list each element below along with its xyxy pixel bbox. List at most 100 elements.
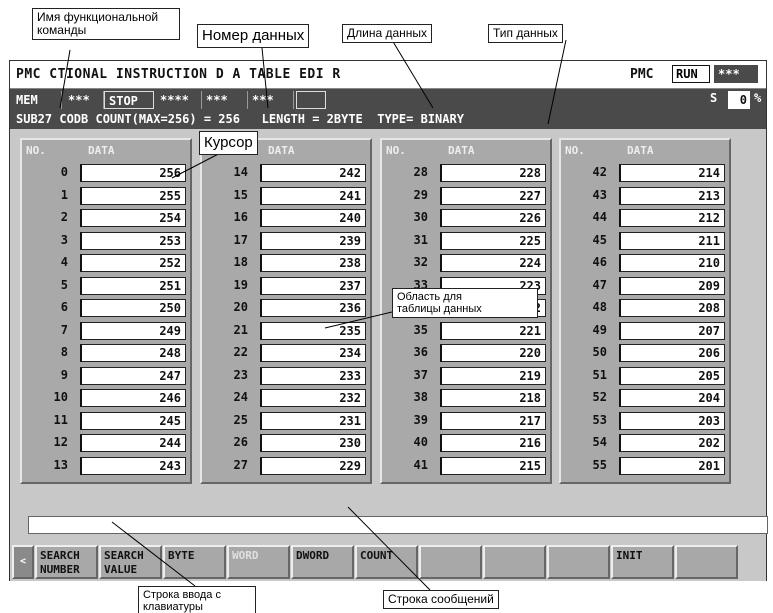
data-value-field[interactable]: 212 xyxy=(619,209,725,227)
data-index: 13 xyxy=(53,457,68,472)
table-row: 3 253 xyxy=(22,230,190,252)
data-value-field[interactable]: 225 xyxy=(440,231,546,250)
softkey-back-arrow[interactable]: < xyxy=(12,545,34,579)
softkey-button[interactable] xyxy=(547,545,610,579)
data-value-field[interactable]: 256 xyxy=(80,164,186,182)
table-row: 13 243 xyxy=(22,455,190,477)
table-row: 4 252 xyxy=(22,252,190,274)
table-row: 16 240 xyxy=(202,207,370,229)
data-value-field[interactable]: 237 xyxy=(260,276,366,295)
data-value-field[interactable]: 252 xyxy=(80,254,186,272)
data-value-field[interactable]: 209 xyxy=(619,276,725,295)
data-value-field[interactable]: 201 xyxy=(619,456,725,475)
data-value-field[interactable]: 218 xyxy=(440,389,546,407)
softkey-button[interactable] xyxy=(419,545,482,579)
callout-table-area: Область для таблицы данных xyxy=(392,288,538,318)
data-value-field[interactable]: 250 xyxy=(80,299,186,317)
data-value-field[interactable]: 214 xyxy=(619,164,725,182)
data-column-panel: NO. DATA 0 256 1 255 2 254 3 253 4 252 5 251 6 250 7 249 8… xyxy=(20,138,192,484)
data-value-field[interactable]: 227 xyxy=(440,186,546,205)
table-row: 1 255 xyxy=(22,185,190,207)
callout-data-type: Тип данных xyxy=(488,24,563,43)
data-value-field[interactable]: 245 xyxy=(80,411,186,430)
softkey-button[interactable]: DWORD xyxy=(291,545,354,579)
data-value-field[interactable]: 221 xyxy=(440,321,546,340)
status-cell: *** xyxy=(64,91,104,109)
data-value-field[interactable]: 224 xyxy=(440,254,546,272)
data-value-field[interactable]: 238 xyxy=(260,254,366,272)
data-value-field[interactable]: 219 xyxy=(440,366,546,385)
data-value-field[interactable]: 216 xyxy=(440,434,546,452)
table-row: 17 239 xyxy=(202,230,370,252)
data-value-field[interactable]: 210 xyxy=(619,254,725,272)
data-index: 15 xyxy=(233,187,248,202)
softkey-button[interactable]: WORD xyxy=(227,545,290,579)
table-row: 18 238 xyxy=(202,252,370,274)
data-index: 45 xyxy=(592,232,607,247)
data-value-field[interactable]: 232 xyxy=(260,389,366,407)
data-value-field[interactable]: 240 xyxy=(260,209,366,227)
data-value-field[interactable]: 244 xyxy=(80,434,186,452)
no-header: NO. xyxy=(26,144,46,157)
table-row: 38 218 xyxy=(382,387,550,409)
data-value-field[interactable]: 242 xyxy=(260,164,366,182)
data-value-field[interactable]: 207 xyxy=(619,321,725,340)
data-value-field[interactable]: 253 xyxy=(80,231,186,250)
softkey-button[interactable]: COUNT xyxy=(355,545,418,579)
no-header: NO. xyxy=(386,144,406,157)
data-value-field[interactable]: 213 xyxy=(619,186,725,205)
data-index: 10 xyxy=(53,390,68,404)
data-value-field[interactable]: 208 xyxy=(619,299,725,317)
data-value-field[interactable]: 226 xyxy=(440,209,546,227)
data-value-field[interactable]: 241 xyxy=(260,186,366,205)
data-value-field[interactable]: 204 xyxy=(619,389,725,407)
table-row: 52 204 xyxy=(561,387,729,409)
data-value-field[interactable]: 246 xyxy=(80,389,186,407)
data-value-field[interactable]: 202 xyxy=(619,434,725,452)
data-value-field[interactable]: 203 xyxy=(619,411,725,430)
table-row: 46 210 xyxy=(561,252,729,274)
data-value-field[interactable]: 233 xyxy=(260,366,366,385)
data-value-field[interactable]: 248 xyxy=(80,344,186,362)
data-value-field[interactable]: 243 xyxy=(80,456,186,475)
data-value-field[interactable]: 239 xyxy=(260,231,366,250)
data-value-field[interactable]: 230 xyxy=(260,434,366,452)
softkey-button[interactable] xyxy=(675,545,738,579)
data-value-field[interactable]: 251 xyxy=(80,276,186,295)
softkey-button[interactable]: SEARCH NUMBER xyxy=(35,545,98,579)
data-value-field[interactable]: 231 xyxy=(260,411,366,430)
data-index: 47 xyxy=(592,277,607,292)
status-cell: *** xyxy=(202,91,248,109)
data-value-field[interactable]: 229 xyxy=(260,456,366,475)
data-value-field[interactable]: 211 xyxy=(619,231,725,250)
data-value-field[interactable]: 249 xyxy=(80,321,186,340)
data-value-field[interactable]: 220 xyxy=(440,344,546,362)
pmc-label: PMC xyxy=(630,67,654,82)
data-value-field[interactable]: 215 xyxy=(440,456,546,475)
softkey-button[interactable]: SEARCH VALUE xyxy=(99,545,162,579)
screen-title: PMC CTIONAL INSTRUCTION D A TABLE EDI R xyxy=(16,67,341,82)
data-index: 32 xyxy=(413,255,428,269)
data-value-field[interactable]: 217 xyxy=(440,411,546,430)
data-value-field[interactable]: 247 xyxy=(80,366,186,385)
data-value-field[interactable]: 235 xyxy=(260,321,366,340)
data-index: 52 xyxy=(592,390,607,404)
data-index: 28 xyxy=(413,165,428,179)
softkey-button[interactable] xyxy=(483,545,546,579)
table-row: 11 245 xyxy=(22,410,190,432)
keyboard-input-line[interactable] xyxy=(28,516,768,534)
status-cell: **** xyxy=(156,91,202,109)
data-value-field[interactable]: 255 xyxy=(80,186,186,205)
data-value-field[interactable]: 236 xyxy=(260,299,366,317)
run-status: RUN xyxy=(672,65,710,83)
data-value-field[interactable]: 205 xyxy=(619,366,725,385)
data-value-field[interactable]: 206 xyxy=(619,344,725,362)
table-row: 7 249 xyxy=(22,320,190,342)
data-value-field[interactable]: 254 xyxy=(80,209,186,227)
data-value-field[interactable]: 228 xyxy=(440,164,546,182)
softkey-button[interactable]: BYTE xyxy=(163,545,226,579)
data-value-field[interactable]: 234 xyxy=(260,344,366,362)
table-row: 12 244 xyxy=(22,432,190,454)
softkey-button[interactable]: INIT xyxy=(611,545,674,579)
data-index: 22 xyxy=(233,345,248,359)
